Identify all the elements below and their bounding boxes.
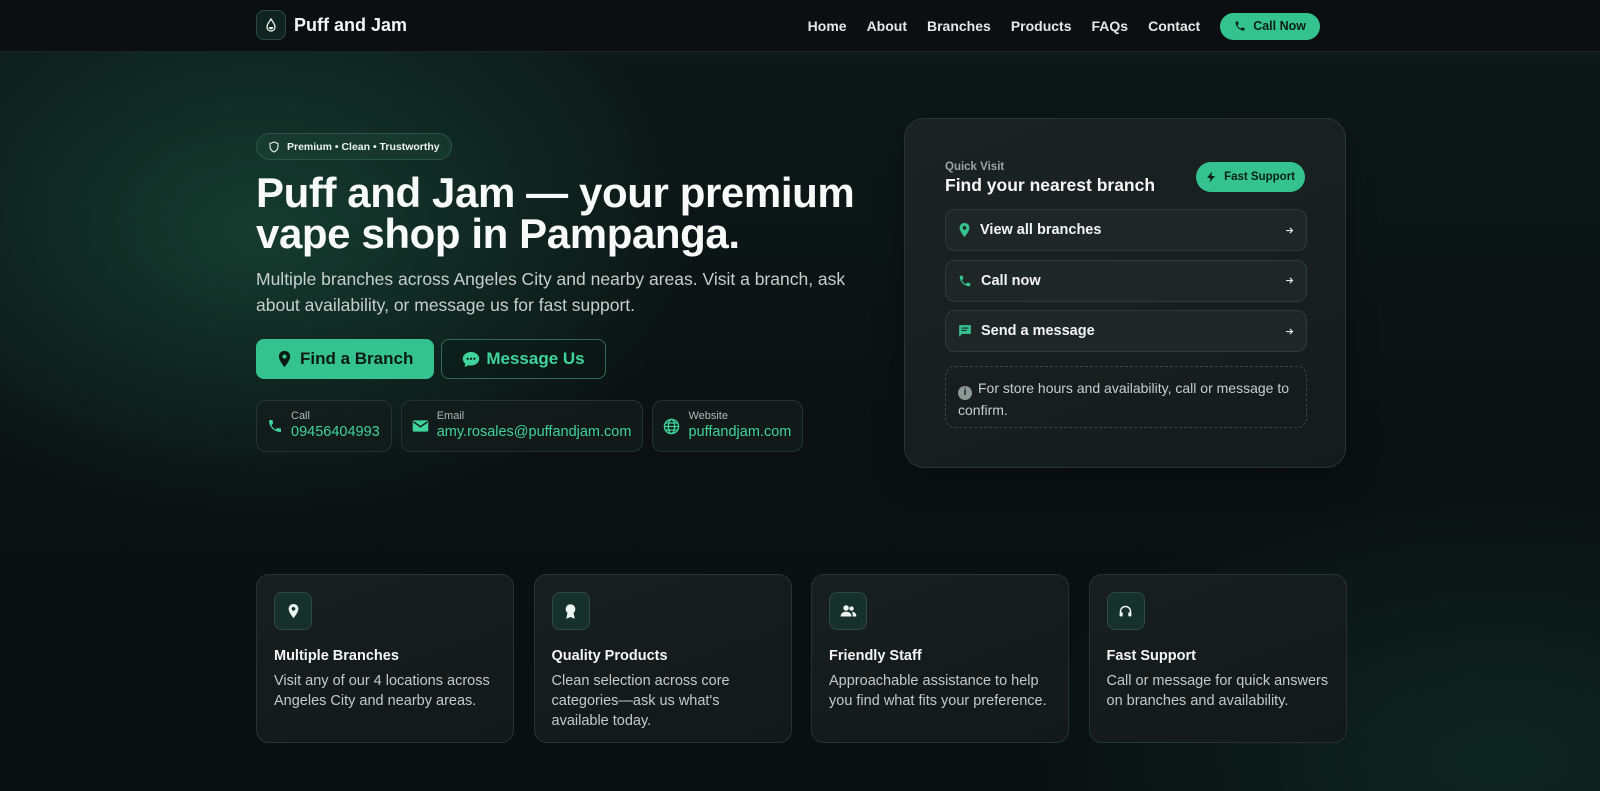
contact-email-label: Email <box>436 410 465 422</box>
contact-call-value: 09456404993 <box>291 424 380 440</box>
headline-line-2: vape shop in Pampanga. <box>256 210 740 257</box>
contact-call[interactable]: Call 09456404993 <box>256 400 392 452</box>
features-row: Multiple Branches Visit any of our 4 loc… <box>256 574 1347 743</box>
feature-card-support: Fast Support Call or message for quick a… <box>1088 574 1347 743</box>
call-now-button[interactable]: Call Now <box>1220 12 1320 40</box>
fast-support-badge: Fast Support <box>1196 162 1305 192</box>
top-nav: Puff and Jam Home About Branches Product… <box>0 0 1600 52</box>
feature-card-staff: Friendly Staff Approachable assistance t… <box>811 574 1069 743</box>
store-hours-note-text: For store hours and availability, call o… <box>958 380 1289 418</box>
page-title: Puff and Jam — your premium vape shop in… <box>256 169 876 257</box>
nav-link-products[interactable]: Products <box>1011 18 1072 34</box>
contact-call-label: Call <box>291 410 310 422</box>
quick-visit-list: View all branches Call now Send a messag… <box>945 209 1307 361</box>
users-icon <box>829 592 867 630</box>
find-branch-label: Find a Branch <box>300 349 414 368</box>
phone-icon <box>958 274 972 288</box>
call-now-row-label: Call now <box>981 272 1041 289</box>
brand[interactable]: Puff and Jam <box>256 10 407 40</box>
contact-website[interactable]: Website puffandjam.com <box>652 400 804 452</box>
quick-visit-title: Find your nearest branch <box>945 175 1156 195</box>
droplet-icon <box>256 10 286 40</box>
map-pin-icon <box>958 222 971 238</box>
award-icon <box>551 592 590 630</box>
tagline-text: Premium • Clean • Trustworthy <box>287 140 440 153</box>
hero-subtext: Multiple branches across Angeles City an… <box>256 269 846 315</box>
nav-link-about[interactable]: About <box>867 18 907 34</box>
cta-row: Find a Branch Message Us <box>256 339 876 379</box>
message-us-label: Message Us <box>486 349 585 368</box>
map-pin-icon <box>277 350 300 368</box>
phone-icon <box>1234 20 1253 32</box>
quick-visit-eyebrow: Quick Visit <box>945 161 1005 173</box>
feature-card-branches: Multiple Branches Visit any of our 4 loc… <box>256 574 514 743</box>
feature-title: Multiple Branches <box>274 648 399 664</box>
call-now-row-button[interactable]: Call now <box>945 259 1307 302</box>
nav-link-branches[interactable]: Branches <box>927 18 991 34</box>
brand-name: Puff and Jam <box>294 14 408 35</box>
find-branch-button[interactable]: Find a Branch <box>256 339 435 379</box>
send-message-label: Send a message <box>981 323 1095 339</box>
contact-email[interactable]: Email amy.rosales@puffandjam.com <box>400 400 644 452</box>
call-now-label: Call Now <box>1253 19 1306 33</box>
contact-row: Call 09456404993 Email amy.rosales@puffa… <box>256 400 876 452</box>
mail-icon <box>412 419 437 433</box>
message-us-button[interactable]: Message Us <box>441 339 606 379</box>
view-all-branches-label: View all branches <box>980 222 1102 238</box>
headset-icon <box>1106 592 1145 630</box>
tagline-pill: Premium • Clean • Trustworthy <box>256 133 452 160</box>
arrow-right-icon <box>1285 327 1294 336</box>
nav-link-home[interactable]: Home <box>808 18 847 34</box>
arrow-right-icon <box>1285 226 1294 235</box>
fast-support-label: Fast Support <box>1224 171 1295 183</box>
chat-bubble-icon <box>462 351 486 368</box>
nav-link-faqs[interactable]: FAQs <box>1092 18 1129 34</box>
hero: Premium • Clean • Trustworthy Puff and J… <box>256 133 876 452</box>
feature-card-quality: Quality Products Clean selection across … <box>533 574 792 743</box>
headline-line-1: Puff and Jam — your premium <box>256 169 855 216</box>
globe-icon <box>663 418 688 435</box>
feature-title: Quality Products <box>551 648 668 664</box>
contact-website-label: Website <box>688 410 728 422</box>
store-hours-note: i For store hours and availability, call … <box>945 366 1307 428</box>
feature-title: Fast Support <box>1106 648 1196 664</box>
shield-icon <box>268 140 287 153</box>
quick-visit-card: Quick Visit Find your nearest branch Fas… <box>904 118 1346 468</box>
view-all-branches-button[interactable]: View all branches <box>945 209 1307 251</box>
arrow-right-icon <box>1285 276 1294 285</box>
contact-email-value: amy.rosales@puffandjam.com <box>436 424 632 440</box>
feature-text: Approachable assistance to help you find… <box>829 673 1047 709</box>
info-icon: i <box>958 386 972 400</box>
nav-links: Home About Branches Products FAQs Contac… <box>808 12 1320 40</box>
feature-text: Call or message for quick answers on bra… <box>1106 673 1329 709</box>
feature-text: Visit any of our 4 locations across Ange… <box>274 673 490 709</box>
send-message-button[interactable]: Send a message <box>945 310 1307 352</box>
contact-website-value: puffandjam.com <box>688 424 792 440</box>
nav-link-contact[interactable]: Contact <box>1148 18 1200 34</box>
feature-title: Friendly Staff <box>829 648 922 664</box>
phone-icon <box>267 418 291 434</box>
feature-text: Clean selection across core categories—a… <box>551 673 730 729</box>
bolt-icon <box>1206 171 1224 183</box>
message-icon <box>958 324 972 338</box>
map-pin-icon <box>274 592 312 630</box>
